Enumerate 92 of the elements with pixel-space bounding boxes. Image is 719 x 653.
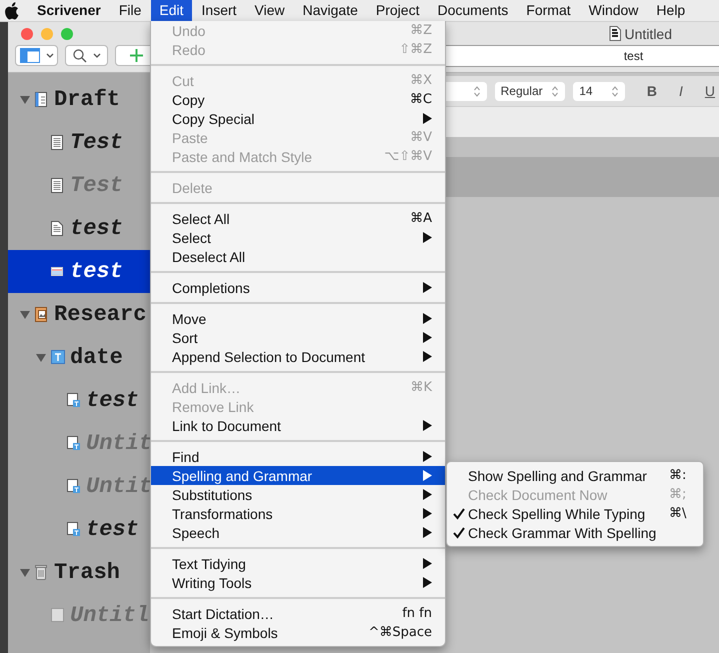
menu-item[interactable]: Show Spelling and Grammar ⌘: <box>447 466 703 485</box>
text-page-icon <box>67 522 81 537</box>
text-page-icon <box>67 436 81 451</box>
search-button[interactable] <box>65 45 108 66</box>
zoom-button[interactable] <box>61 28 73 40</box>
menu-item[interactable]: Check Grammar With Spelling <box>447 523 703 542</box>
menu-item[interactable]: Emoji & Symbols ^⌘Space <box>151 623 445 642</box>
bold-button[interactable]: B <box>642 83 661 99</box>
document-icon <box>608 26 621 41</box>
search-icon <box>72 48 86 62</box>
binder-item[interactable]: test <box>8 508 150 551</box>
shortcut-label: ⌘K <box>410 380 432 395</box>
menu-item[interactable]: Move <box>151 309 445 328</box>
menu-item[interactable]: Link to Document <box>151 416 445 435</box>
page-icon <box>51 221 65 236</box>
shortcut-label: ⌥⇧⌘V <box>384 149 432 164</box>
binder-item[interactable]: test <box>8 207 150 250</box>
caret-icon <box>92 53 100 58</box>
apple-icon <box>5 1 19 20</box>
binder-item[interactable]: Test <box>8 121 150 164</box>
page-icon <box>51 135 65 150</box>
shortcut-label: ⌘C <box>410 92 432 107</box>
window-title: Untitled <box>624 26 672 42</box>
binder-item[interactable]: test <box>8 250 150 293</box>
shortcut-label: fn fn <box>402 606 432 621</box>
layout-button[interactable] <box>15 45 58 66</box>
index-card-icon <box>51 264 65 279</box>
shortcut-label: ⌘\ <box>669 506 688 521</box>
binder-item[interactable]: Draft <box>8 78 150 121</box>
menu-item[interactable]: Select All ⌘A <box>151 209 445 228</box>
shortcut-label: ⌘X <box>410 73 432 88</box>
menu-item[interactable]: Sort <box>151 328 445 347</box>
menu-item[interactable]: Speech <box>151 523 445 542</box>
binder-item[interactable]: Researc <box>8 293 150 336</box>
menu-item[interactable]: Find <box>151 447 445 466</box>
shortcut-label: ⌘V <box>410 130 432 145</box>
menu-bar-item[interactable]: Format <box>518 0 579 22</box>
size-select[interactable]: 14 <box>573 82 625 100</box>
text-page-icon <box>67 479 81 494</box>
shortcut-label: ⌘Z <box>410 23 432 38</box>
stepper-icon <box>610 86 619 96</box>
menu-bar-item[interactable]: Documents <box>429 0 516 22</box>
shortcut-label: ^⌘Space <box>368 625 432 640</box>
menu-item[interactable]: Completions <box>151 278 445 297</box>
menu-bar-item[interactable]: View <box>246 0 293 22</box>
menu-item[interactable]: Check Spelling While Typing ⌘\ <box>447 504 703 523</box>
menu-item[interactable]: Append Selection to Document <box>151 347 445 366</box>
underline-button[interactable]: U <box>700 83 719 99</box>
style-select[interactable]: Regular <box>494 82 566 100</box>
shortcut-label: ⌘; <box>669 487 688 502</box>
menu-bar-item[interactable]: File <box>110 0 150 22</box>
menu-bar-item[interactable]: Window <box>580 0 646 22</box>
binder-item[interactable]: test <box>8 379 150 422</box>
menu-item[interactable]: Start Dictation… fn fn <box>151 604 445 623</box>
menu-item[interactable]: Transformations <box>151 504 445 523</box>
blank-page-icon <box>51 608 65 623</box>
menu-bar-item[interactable]: Project <box>368 0 428 22</box>
menu-item[interactable]: Copy Special <box>151 109 445 128</box>
menu-bar-item[interactable]: Edit <box>151 0 192 22</box>
menu-bar-item[interactable]: Help <box>648 0 694 22</box>
disclosure-triangle-icon[interactable] <box>20 310 30 320</box>
menu-item[interactable]: Spelling and Grammar <box>151 466 445 485</box>
stepper-icon <box>551 86 560 96</box>
menu-bar-item[interactable]: Scrivener <box>29 0 109 22</box>
menu-item[interactable]: Substitutions <box>151 485 445 504</box>
text-icon <box>51 350 65 365</box>
disclosure-triangle-icon[interactable] <box>20 94 30 104</box>
text-page-icon <box>67 393 81 408</box>
italic-button[interactable]: I <box>675 83 687 99</box>
menu-bar-item[interactable]: Insert <box>194 0 245 22</box>
picture-folder-icon <box>35 307 49 322</box>
binder-item[interactable]: date <box>8 336 150 379</box>
disclosure-triangle-icon[interactable] <box>36 352 46 362</box>
binder-item[interactable]: Trash <box>8 551 150 594</box>
close-button[interactable] <box>21 28 33 40</box>
shortcut-label: ⇧⌘Z <box>399 42 432 57</box>
menu-item[interactable]: Select <box>151 228 445 247</box>
menu-item[interactable]: Writing Tools <box>151 573 445 592</box>
caret-icon <box>46 53 54 58</box>
menu-item[interactable]: Text Tidying <box>151 554 445 573</box>
menu-item[interactable]: Copy ⌘C <box>151 90 445 109</box>
draft-icon <box>35 92 49 107</box>
menu-bar-item[interactable]: Navigate <box>294 0 366 22</box>
shortcut-label: ⌘A <box>410 211 432 226</box>
page-icon <box>51 178 65 193</box>
menu-item[interactable]: Deselect All <box>151 247 445 266</box>
stepper-icon <box>472 86 481 96</box>
plus-icon <box>130 49 143 62</box>
shortcut-label: ⌘: <box>669 468 688 483</box>
trash-icon <box>35 565 49 580</box>
disclosure-triangle-icon[interactable] <box>20 568 30 578</box>
layout-icon <box>20 48 40 63</box>
